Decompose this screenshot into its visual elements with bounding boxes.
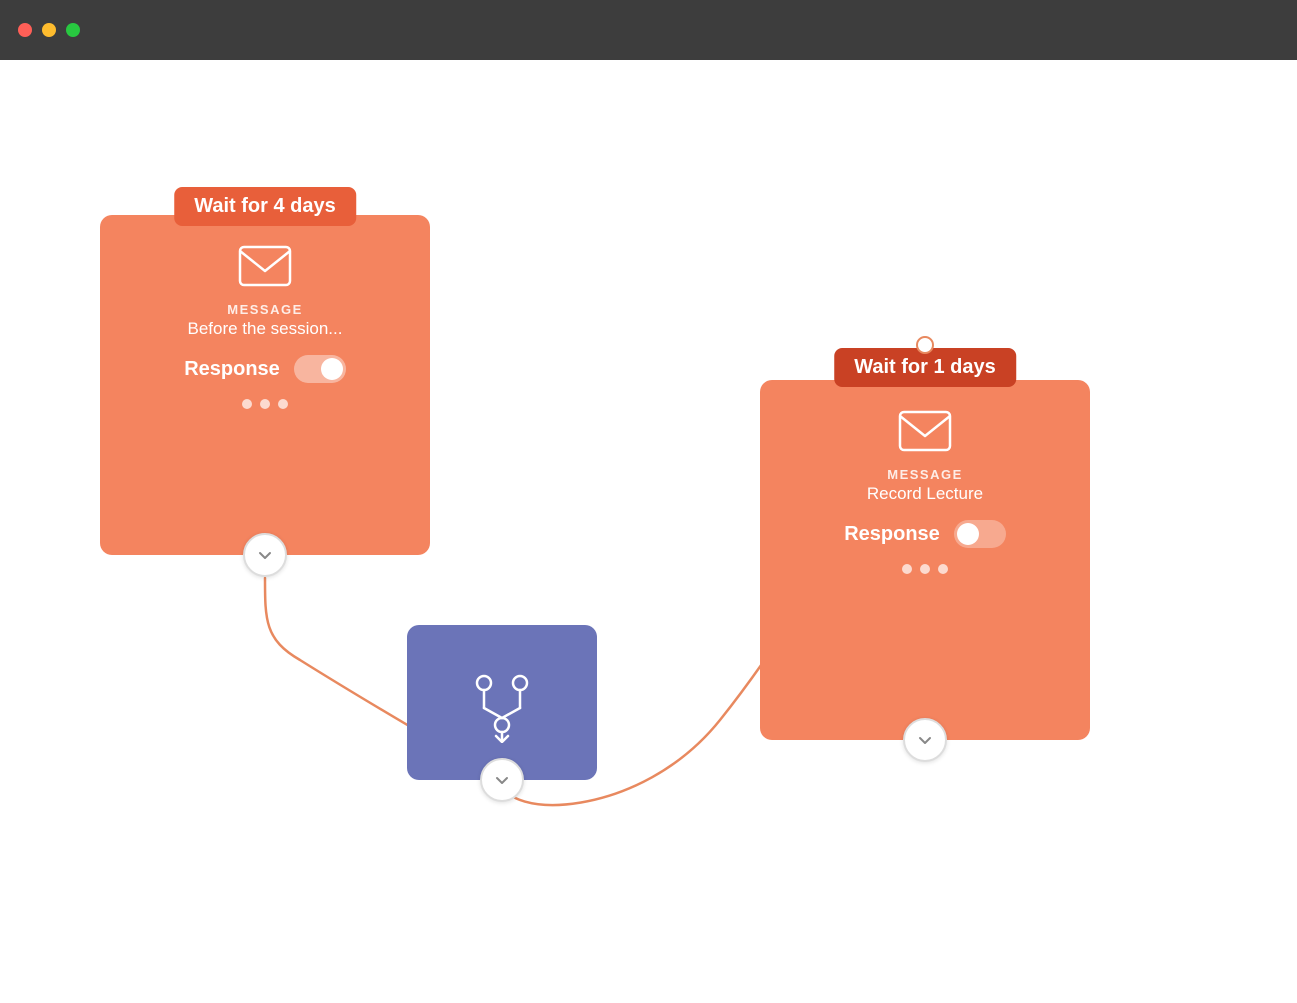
chevron-button-left[interactable] [243,533,287,577]
card-branch [407,625,597,780]
toggle-knob-right [957,523,979,545]
dot-2 [260,399,270,409]
toggle-left[interactable] [294,355,346,383]
response-label-left: Response [184,358,280,381]
card-message-right: Wait for 1 days MESSAGE Record Lecture R… [760,380,1090,740]
dot-r2 [920,564,930,574]
card-subtitle-right: Record Lecture [867,484,983,504]
card-message-left: Wait for 4 days MESSAGE Before the sessi… [100,215,430,555]
dots-left [242,399,288,409]
toggle-right[interactable] [954,520,1006,548]
dot-1 [242,399,252,409]
envelope-icon-left [238,245,292,292]
branch-icon [462,663,542,743]
dot-r1 [902,564,912,574]
envelope-icon-right [898,410,952,457]
chevron-button-branch[interactable] [480,758,524,802]
chevron-button-right[interactable] [903,718,947,762]
card-label-left: MESSAGE [227,302,303,317]
dot-r3 [938,564,948,574]
titlebar [0,0,1297,60]
canvas: Wait for 4 days MESSAGE Before the sessi… [0,60,1297,1003]
dots-right [902,564,948,574]
response-row-right: Response [844,520,1006,548]
traffic-light-green[interactable] [66,23,80,37]
dot-3 [278,399,288,409]
toggle-knob-left [321,358,343,380]
traffic-light-yellow[interactable] [42,23,56,37]
traffic-light-red[interactable] [18,23,32,37]
response-row-left: Response [184,355,346,383]
wait-badge-left[interactable]: Wait for 4 days [174,187,356,226]
card-subtitle-left: Before the session... [188,319,343,339]
top-connector-circle [916,336,934,354]
response-label-right: Response [844,523,940,546]
card-label-right: MESSAGE [887,467,963,482]
